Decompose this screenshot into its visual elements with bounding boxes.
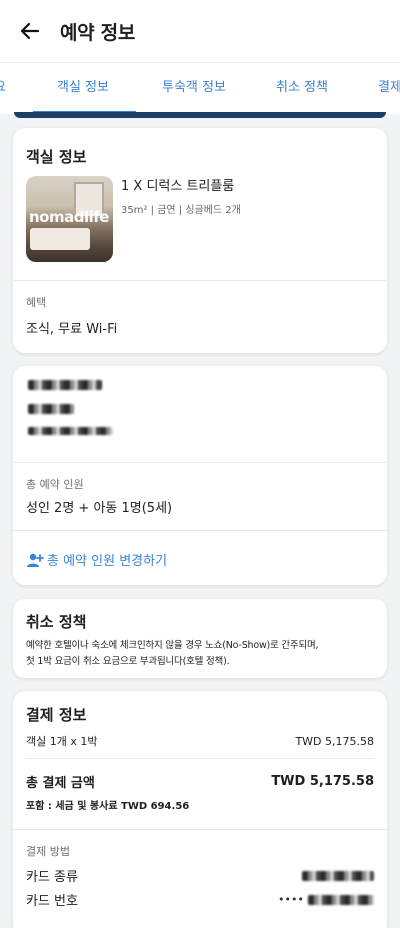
card-number-mask: •••• bbox=[278, 893, 304, 906]
payment-title: 결제 정보 bbox=[26, 706, 87, 724]
card-type-label: 카드 종류 bbox=[26, 870, 78, 885]
divider bbox=[26, 758, 374, 759]
page-title: 예약 정보 bbox=[60, 21, 136, 44]
payment-info-card: 결제 정보 객실 1개 x 1박 TWD 5,175.58 총 결제 금액 TW… bbox=[13, 691, 387, 928]
room-charge-label: 객실 1개 x 1박 bbox=[26, 735, 98, 748]
room-name: 1 X 디럭스 트리플룸 bbox=[121, 179, 235, 194]
tab-partial-left[interactable]: 요 bbox=[0, 63, 6, 114]
guest-info-card: 총 예약 인원 성인 2명 + 아동 1명(5세) 총 예약 인원 변경하기 bbox=[13, 366, 387, 585]
room-image[interactable]: nomadlife bbox=[26, 176, 113, 262]
cancel-policy-line-2: 첫 1박 요금이 취소 요금으로 부과됩니다(호텔 정책). bbox=[26, 656, 230, 667]
redacted-guest-detail bbox=[28, 404, 74, 414]
total-amount-value: TWD 5,175.58 bbox=[271, 774, 374, 789]
cancel-policy-title: 취소 정책 bbox=[26, 613, 87, 631]
benefit-value: 조식, 무료 Wi-Fi bbox=[26, 322, 118, 337]
change-guests-link[interactable]: 총 예약 인원 변경하기 bbox=[26, 550, 167, 569]
tab-payment[interactable]: 결제 bbox=[378, 63, 400, 114]
card-number-label: 카드 번호 bbox=[26, 894, 78, 909]
tax-note: 포함 : 세금 및 봉사료 TWD 694.56 bbox=[26, 801, 190, 812]
room-charge-value: TWD 5,175.58 bbox=[295, 734, 374, 748]
divider bbox=[13, 280, 387, 281]
app-header: 예약 정보 bbox=[0, 0, 400, 62]
room-section-title: 객실 정보 bbox=[26, 148, 87, 166]
tab-guest-info[interactable]: 투숙객 정보 bbox=[162, 63, 226, 114]
redacted-card-number bbox=[308, 894, 374, 905]
room-charge-row: 객실 1개 x 1박 TWD 5,175.58 bbox=[26, 733, 374, 749]
total-amount-label: 총 결제 금액 bbox=[26, 776, 95, 791]
tab-bar: 요 객실 정보 투숙객 정보 취소 정책 결제 bbox=[0, 62, 400, 114]
tab-cancel-policy[interactable]: 취소 정책 bbox=[276, 63, 328, 114]
redacted-guest-email bbox=[28, 427, 113, 435]
room-image-bed bbox=[30, 228, 90, 250]
add-person-icon bbox=[27, 553, 44, 567]
redacted-card-type bbox=[302, 870, 374, 881]
benefit-label: 혜택 bbox=[26, 296, 47, 309]
card-number-row: 카드 번호 •••• bbox=[26, 890, 374, 909]
back-arrow-icon[interactable] bbox=[20, 21, 40, 41]
tab-bar-edge bbox=[14, 112, 386, 118]
total-guests-value: 성인 2명 + 아동 1명(5세) bbox=[26, 501, 173, 516]
divider bbox=[13, 462, 387, 463]
redacted-guest-name bbox=[28, 380, 102, 390]
image-watermark: nomadlife bbox=[29, 208, 109, 226]
tab-room-info[interactable]: 객실 정보 bbox=[57, 63, 109, 114]
total-amount-row: 총 결제 금액 TWD 5,175.58 bbox=[26, 772, 374, 791]
cancel-policy-line-1: 예약한 호텔이나 숙소에 체크인하지 않을 경우 노쇼(No-Show)로 간주… bbox=[26, 640, 319, 651]
payment-method-label: 결제 방법 bbox=[26, 845, 70, 858]
total-guests-label: 총 예약 인원 bbox=[26, 478, 84, 491]
divider bbox=[13, 530, 387, 531]
room-info-card: 객실 정보 nomadlife 1 X 디럭스 트리플룸 35m² | 금연 |… bbox=[13, 128, 387, 353]
change-guests-link-label: 총 예약 인원 변경하기 bbox=[47, 554, 168, 569]
card-number-value: •••• bbox=[278, 893, 374, 906]
card-type-row: 카드 종류 bbox=[26, 866, 374, 885]
room-specs: 35m² | 금연 | 싱글베드 2개 bbox=[121, 205, 241, 216]
divider bbox=[13, 829, 387, 830]
cancel-policy-card: 취소 정책 예약한 호텔이나 숙소에 체크인하지 않을 경우 노쇼(No-Sho… bbox=[13, 599, 387, 678]
